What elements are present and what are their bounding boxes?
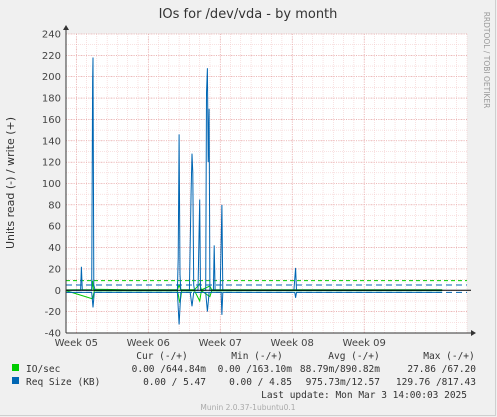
legend-cur-reqsize: 0.00 / 5.47 [143, 377, 206, 388]
legend-header-cur: Cur (-/+) [136, 351, 187, 362]
legend-min-io: 0.00 /163.10m [218, 364, 293, 375]
legend-avg-io: 88.79m/890.82m [300, 364, 380, 375]
x-tick-label: Week 08 [271, 338, 314, 349]
legend-cur-io: 0.00 /644.84m [132, 364, 207, 375]
y-tick-label: 0 [55, 286, 61, 297]
legend-swatch-io [12, 364, 19, 371]
munin-version: Munin 2.0.37-1ubuntu0.1 [200, 403, 295, 412]
y-tick-label: 240 [42, 30, 61, 41]
chart: IOs for /dev/vda - by month Units read (… [4, 7, 491, 412]
y-tick-label: 40 [48, 243, 61, 254]
y-tick-label: 20 [48, 264, 61, 275]
y-tick-label: 60 [48, 222, 61, 233]
legend-swatch-reqsize [12, 377, 19, 384]
y-tick-label: 220 [42, 51, 61, 62]
y-tick-label: 180 [42, 94, 61, 105]
legend-header-avg: Avg (-/+) [328, 351, 379, 362]
y-tick-label: 140 [42, 136, 61, 147]
legend-name-reqsize: Req Size (KB) [26, 377, 100, 388]
legend: Cur (-/+) Min (-/+) Avg (-/+) Max (-/+) … [12, 351, 476, 401]
y-axis-arrow [63, 25, 69, 30]
y-tick-label: -20 [45, 307, 61, 318]
y-axis-ticks: -40-20020406080100120140160180200220240 [42, 30, 61, 340]
y-tick-label: 80 [48, 200, 61, 211]
y-tick-label: 160 [42, 115, 61, 126]
chart-title: IOs for /dev/vda - by month [159, 7, 338, 22]
legend-avg-reqsize: 975.73m/12.57 [306, 377, 380, 388]
legend-max-io: 27.86 /67.20 [407, 364, 476, 375]
last-update: Last update: Mon Mar 3 14:00:03 2025 [261, 390, 467, 401]
x-axis-ticks: Week 05 Week 06 Week 07 Week 08 Week 09 [55, 338, 386, 349]
legend-header-max: Max (-/+) [423, 351, 474, 362]
x-tick-label: Week 09 [343, 338, 386, 349]
y-axis-label: Units read (-) / write (+) [4, 117, 17, 249]
legend-max-reqsize: 129.76 /817.43 [396, 377, 476, 388]
grid [65, 33, 468, 334]
x-tick-label: Week 05 [55, 338, 98, 349]
legend-name-io: IO/sec [26, 364, 60, 375]
x-axis-arrow [471, 330, 476, 336]
y-tick-label: 100 [42, 179, 61, 190]
legend-header-min: Min (-/+) [231, 351, 282, 362]
y-tick-label: 200 [42, 72, 61, 83]
y-tick-label: 120 [42, 158, 61, 169]
x-tick-label: Week 06 [127, 338, 170, 349]
legend-min-reqsize: 0.00 / 4.85 [229, 377, 292, 388]
rrdtool-credit: RRDTOOL / TOBI OETIKER [482, 12, 491, 109]
x-tick-label: Week 07 [199, 338, 242, 349]
